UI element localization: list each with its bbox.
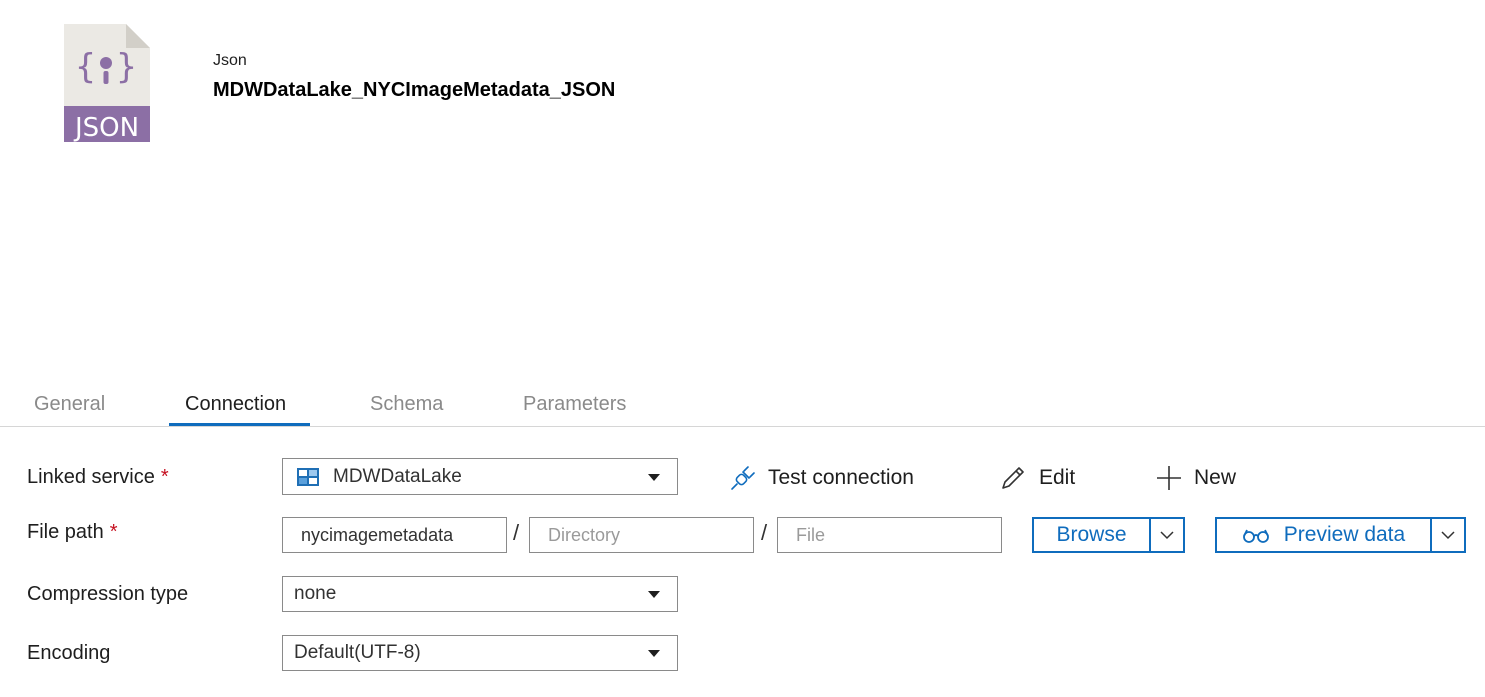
browse-dropdown-button[interactable] — [1151, 519, 1183, 551]
path-separator: / — [761, 520, 768, 545]
json-icon-label: JSON — [73, 113, 139, 143]
encoding-label: Encoding — [27, 642, 111, 664]
linked-service-value: MDWDataLake — [333, 465, 462, 487]
chevron-down-icon — [648, 473, 660, 481]
pencil-icon — [1002, 467, 1024, 489]
json-file-icon: JSON { } — [62, 22, 152, 144]
edit-button[interactable]: Edit — [999, 463, 1075, 493]
tab-parameters[interactable]: Parameters — [523, 393, 626, 427]
browse-split-button[interactable]: Browse — [1032, 517, 1185, 553]
chevron-down-icon — [1160, 531, 1174, 540]
container-input[interactable]: nycimagemetadata — [282, 517, 507, 553]
new-button[interactable]: New — [1156, 463, 1236, 493]
tabs-divider — [0, 426, 1485, 427]
tab-general[interactable]: General — [34, 393, 105, 427]
browse-label: Browse — [1056, 523, 1127, 546]
required-mark: * — [160, 466, 169, 488]
required-mark: * — [109, 521, 118, 543]
preview-data-label: Preview data — [1283, 523, 1406, 546]
preview-data-split-button[interactable]: Preview data — [1215, 517, 1466, 553]
chevron-down-icon — [1441, 531, 1455, 540]
tab-connection[interactable]: Connection — [185, 393, 286, 427]
plus-icon — [1157, 466, 1181, 490]
compression-type-select[interactable]: none — [282, 576, 678, 612]
encoding-select[interactable]: Default(UTF-8) — [282, 635, 678, 671]
chevron-down-icon — [648, 591, 660, 598]
edit-label: Edit — [1039, 466, 1076, 489]
linked-service-select[interactable]: MDWDataLake — [282, 458, 678, 495]
dataset-name: MDWDataLake_NYCImageMetadata_JSON — [213, 79, 616, 101]
chevron-down-icon — [648, 650, 660, 657]
directory-input[interactable]: Directory — [529, 517, 754, 553]
test-connection-label: Test connection — [768, 466, 914, 489]
plug-icon — [731, 466, 755, 490]
file-path-label: File path * — [27, 521, 118, 543]
dataset-type: Json — [213, 52, 247, 69]
test-connection-button[interactable]: Test connection — [730, 463, 914, 493]
compression-type-value: none — [294, 583, 337, 604]
glasses-icon — [1242, 529, 1269, 543]
data-lake-icon — [297, 467, 319, 486]
browse-button[interactable]: Browse — [1034, 519, 1151, 551]
linked-service-label: Linked service * — [27, 466, 169, 488]
compression-type-label: Compression type — [27, 583, 189, 605]
path-separator: / — [513, 520, 520, 545]
preview-dropdown-button[interactable] — [1432, 519, 1464, 551]
tab-schema[interactable]: Schema — [370, 393, 443, 427]
preview-data-button[interactable]: Preview data — [1217, 519, 1432, 551]
encoding-value: Default(UTF-8) — [294, 642, 421, 663]
file-input[interactable]: File — [777, 517, 1002, 553]
new-label: New — [1194, 466, 1237, 489]
